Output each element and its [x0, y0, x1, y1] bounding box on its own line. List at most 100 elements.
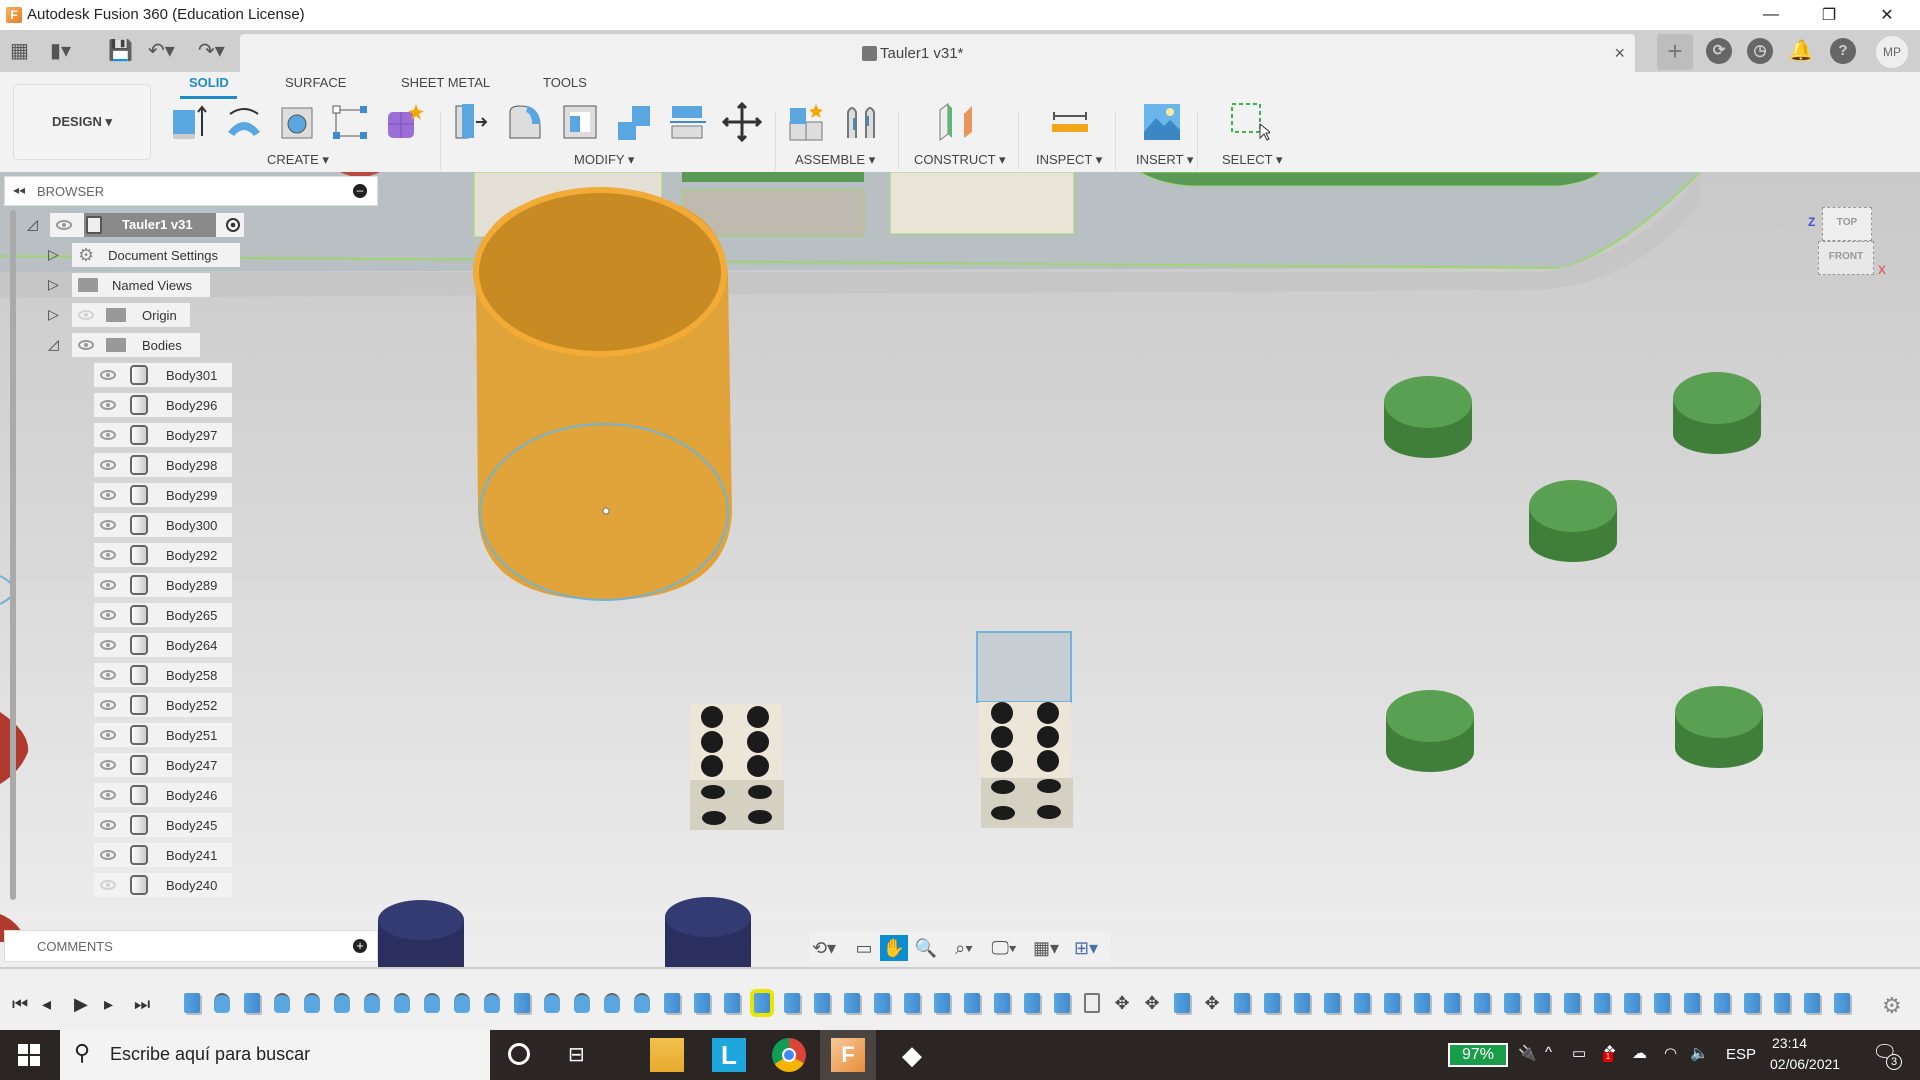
visibility-eye-icon[interactable]: [100, 820, 116, 830]
user-avatar[interactable]: MP: [1876, 36, 1908, 68]
scene-canvas[interactable]: [0, 172, 1920, 967]
die[interactable]: [976, 631, 1073, 828]
timeline-revolve-feature-icon[interactable]: [364, 993, 380, 1013]
input-language[interactable]: ESP: [1726, 1046, 1756, 1063]
task-view-icon[interactable]: ⊟: [568, 1042, 585, 1067]
tree-root-component[interactable]: Tauler1 v31: [50, 213, 244, 237]
battery-indicator[interactable]: 97%: [1448, 1043, 1508, 1067]
tab-sheet-metal[interactable]: SHEET METAL: [401, 75, 490, 90]
tree-item-body[interactable]: Body245: [94, 813, 232, 837]
tree-item-body[interactable]: Body292: [94, 543, 232, 567]
job-status-icon[interactable]: ◷: [1747, 38, 1773, 64]
file-explorer-icon[interactable]: [650, 1038, 684, 1072]
rectangular-pattern-icon[interactable]: [330, 102, 370, 142]
expand-toggle-icon[interactable]: ◿: [27, 216, 38, 233]
battery-tray-icon[interactable]: ▭: [1572, 1044, 1586, 1062]
go-to-start-icon[interactable]: ⏮: [12, 994, 28, 1015]
timeline-extrude-feature-icon[interactable]: [1024, 993, 1040, 1013]
timeline-extrude-feature-icon[interactable]: [1744, 993, 1760, 1013]
orbit-icon[interactable]: ⟲▾: [810, 935, 838, 961]
timeline-extrude-feature-icon[interactable]: [244, 993, 260, 1013]
timeline-extrude-feature-icon[interactable]: [1684, 993, 1700, 1013]
timeline-move-feature-icon[interactable]: ✥: [1114, 993, 1130, 1013]
3d-viewport[interactable]: TOP FRONT Z X: [0, 172, 1920, 967]
green-token[interactable]: [1529, 480, 1617, 562]
look-at-icon[interactable]: ▭: [850, 935, 878, 961]
show-hidden-icons-chevron[interactable]: ^: [1545, 1044, 1552, 1061]
visibility-eye-icon[interactable]: [100, 580, 116, 590]
visibility-eye-icon[interactable]: [100, 700, 116, 710]
tree-item-body[interactable]: Body264: [94, 633, 232, 657]
timeline-extrude-feature-icon[interactable]: [1294, 993, 1310, 1013]
notifications-bell-icon[interactable]: 🔔: [1788, 38, 1814, 64]
visibility-eye-icon[interactable]: [100, 520, 116, 530]
timeline-extrude-feature-icon[interactable]: [964, 993, 980, 1013]
clock-time[interactable]: 23:14: [1772, 1035, 1807, 1051]
shell-icon[interactable]: [560, 102, 600, 142]
timeline-extrude-feature-icon[interactable]: [1054, 993, 1070, 1013]
timeline-extrude-feature-icon[interactable]: [904, 993, 920, 1013]
collapse-browser-icon[interactable]: ◂◂: [13, 183, 25, 197]
timeline-revolve-feature-icon[interactable]: [634, 993, 650, 1013]
timeline-extrude-feature-icon[interactable]: [1264, 993, 1280, 1013]
die[interactable]: [690, 704, 784, 830]
workspace-switcher[interactable]: DESIGN ▾: [13, 84, 151, 160]
tree-item-document-settings[interactable]: ⚙ Document Settings: [72, 243, 240, 267]
tree-item-body[interactable]: Body301: [94, 363, 232, 387]
visibility-off-icon[interactable]: [100, 880, 116, 890]
timeline-extrude-feature-icon[interactable]: [1594, 993, 1610, 1013]
tree-item-body[interactable]: Body300: [94, 513, 232, 537]
timeline-extrude-feature-icon[interactable]: [1714, 993, 1730, 1013]
timeline-revolve-feature-icon[interactable]: [604, 993, 620, 1013]
timeline-extrude-feature-icon[interactable]: [844, 993, 860, 1013]
timeline-extrude-feature-icon[interactable]: [784, 993, 800, 1013]
modify-group-label[interactable]: MODIFY ▾: [574, 152, 634, 168]
new-tab-button[interactable]: +: [1657, 34, 1693, 70]
timeline-extrude-feature-icon[interactable]: [184, 993, 200, 1013]
select-group-label[interactable]: SELECT ▾: [1222, 152, 1282, 168]
file-menu-icon[interactable]: ▮▾: [50, 38, 71, 64]
onedrive-icon[interactable]: ☁: [1632, 1044, 1647, 1062]
visibility-off-icon[interactable]: [78, 310, 94, 320]
timeline-extrude-feature-icon[interactable]: [1804, 993, 1820, 1013]
timeline-extrude-feature-icon[interactable]: [1354, 993, 1370, 1013]
timeline-extrude-feature-icon[interactable]: [1834, 993, 1850, 1013]
visibility-eye-icon[interactable]: [100, 550, 116, 560]
timeline-extrude-feature-icon[interactable]: [514, 993, 530, 1013]
tree-item-body[interactable]: Body298: [94, 453, 232, 477]
selected-face[interactable]: [976, 631, 1072, 703]
activate-radio-icon[interactable]: [226, 218, 240, 232]
visibility-eye-icon[interactable]: [100, 640, 116, 650]
timeline-extrude-feature-icon[interactable]: [994, 993, 1010, 1013]
measure-icon[interactable]: [1050, 102, 1090, 142]
undo-icon[interactable]: ↶▾: [148, 38, 175, 64]
view-cube-front[interactable]: FRONT: [1818, 241, 1874, 275]
cortana-icon[interactable]: [508, 1043, 530, 1065]
combine-icon[interactable]: [614, 102, 654, 142]
minimize-button[interactable]: —: [1742, 0, 1800, 30]
timeline-revolve-feature-icon[interactable]: [484, 993, 500, 1013]
fit-icon[interactable]: ⌕▾: [950, 935, 978, 961]
add-comment-icon[interactable]: +: [353, 939, 367, 953]
insert-image-icon[interactable]: [1142, 102, 1182, 142]
visibility-eye-icon[interactable]: [100, 670, 116, 680]
tree-item-bodies[interactable]: Bodies: [72, 333, 200, 357]
visibility-eye-icon[interactable]: [100, 790, 116, 800]
taskbar-search-box[interactable]: ⚲ Escribe aquí para buscar: [60, 1030, 490, 1080]
browser-scrollbar[interactable]: [10, 210, 16, 900]
timeline-extrude-feature-icon[interactable]: [1474, 993, 1490, 1013]
timeline-extrude-feature-icon[interactable]: [1564, 993, 1580, 1013]
timeline-extrude-feature-icon[interactable]: [724, 993, 740, 1013]
timeline-revolve-feature-icon[interactable]: [394, 993, 410, 1013]
inspect-group-label[interactable]: INSPECT ▾: [1036, 152, 1102, 168]
data-panel-grid-icon[interactable]: ▦: [10, 38, 29, 64]
timeline-extrude-feature-icon[interactable]: [1324, 993, 1340, 1013]
navy-token[interactable]: [665, 897, 751, 967]
joint-icon[interactable]: [842, 102, 882, 142]
timeline-extrude-feature-icon[interactable]: [1414, 993, 1430, 1013]
volume-icon[interactable]: 🔈: [1690, 1044, 1709, 1062]
construct-group-label[interactable]: CONSTRUCT ▾: [914, 152, 1006, 168]
timeline-revolve-feature-icon[interactable]: [304, 993, 320, 1013]
timeline-revolve-feature-icon[interactable]: [424, 993, 440, 1013]
fusion-taskbar-button[interactable]: F: [820, 1030, 876, 1080]
